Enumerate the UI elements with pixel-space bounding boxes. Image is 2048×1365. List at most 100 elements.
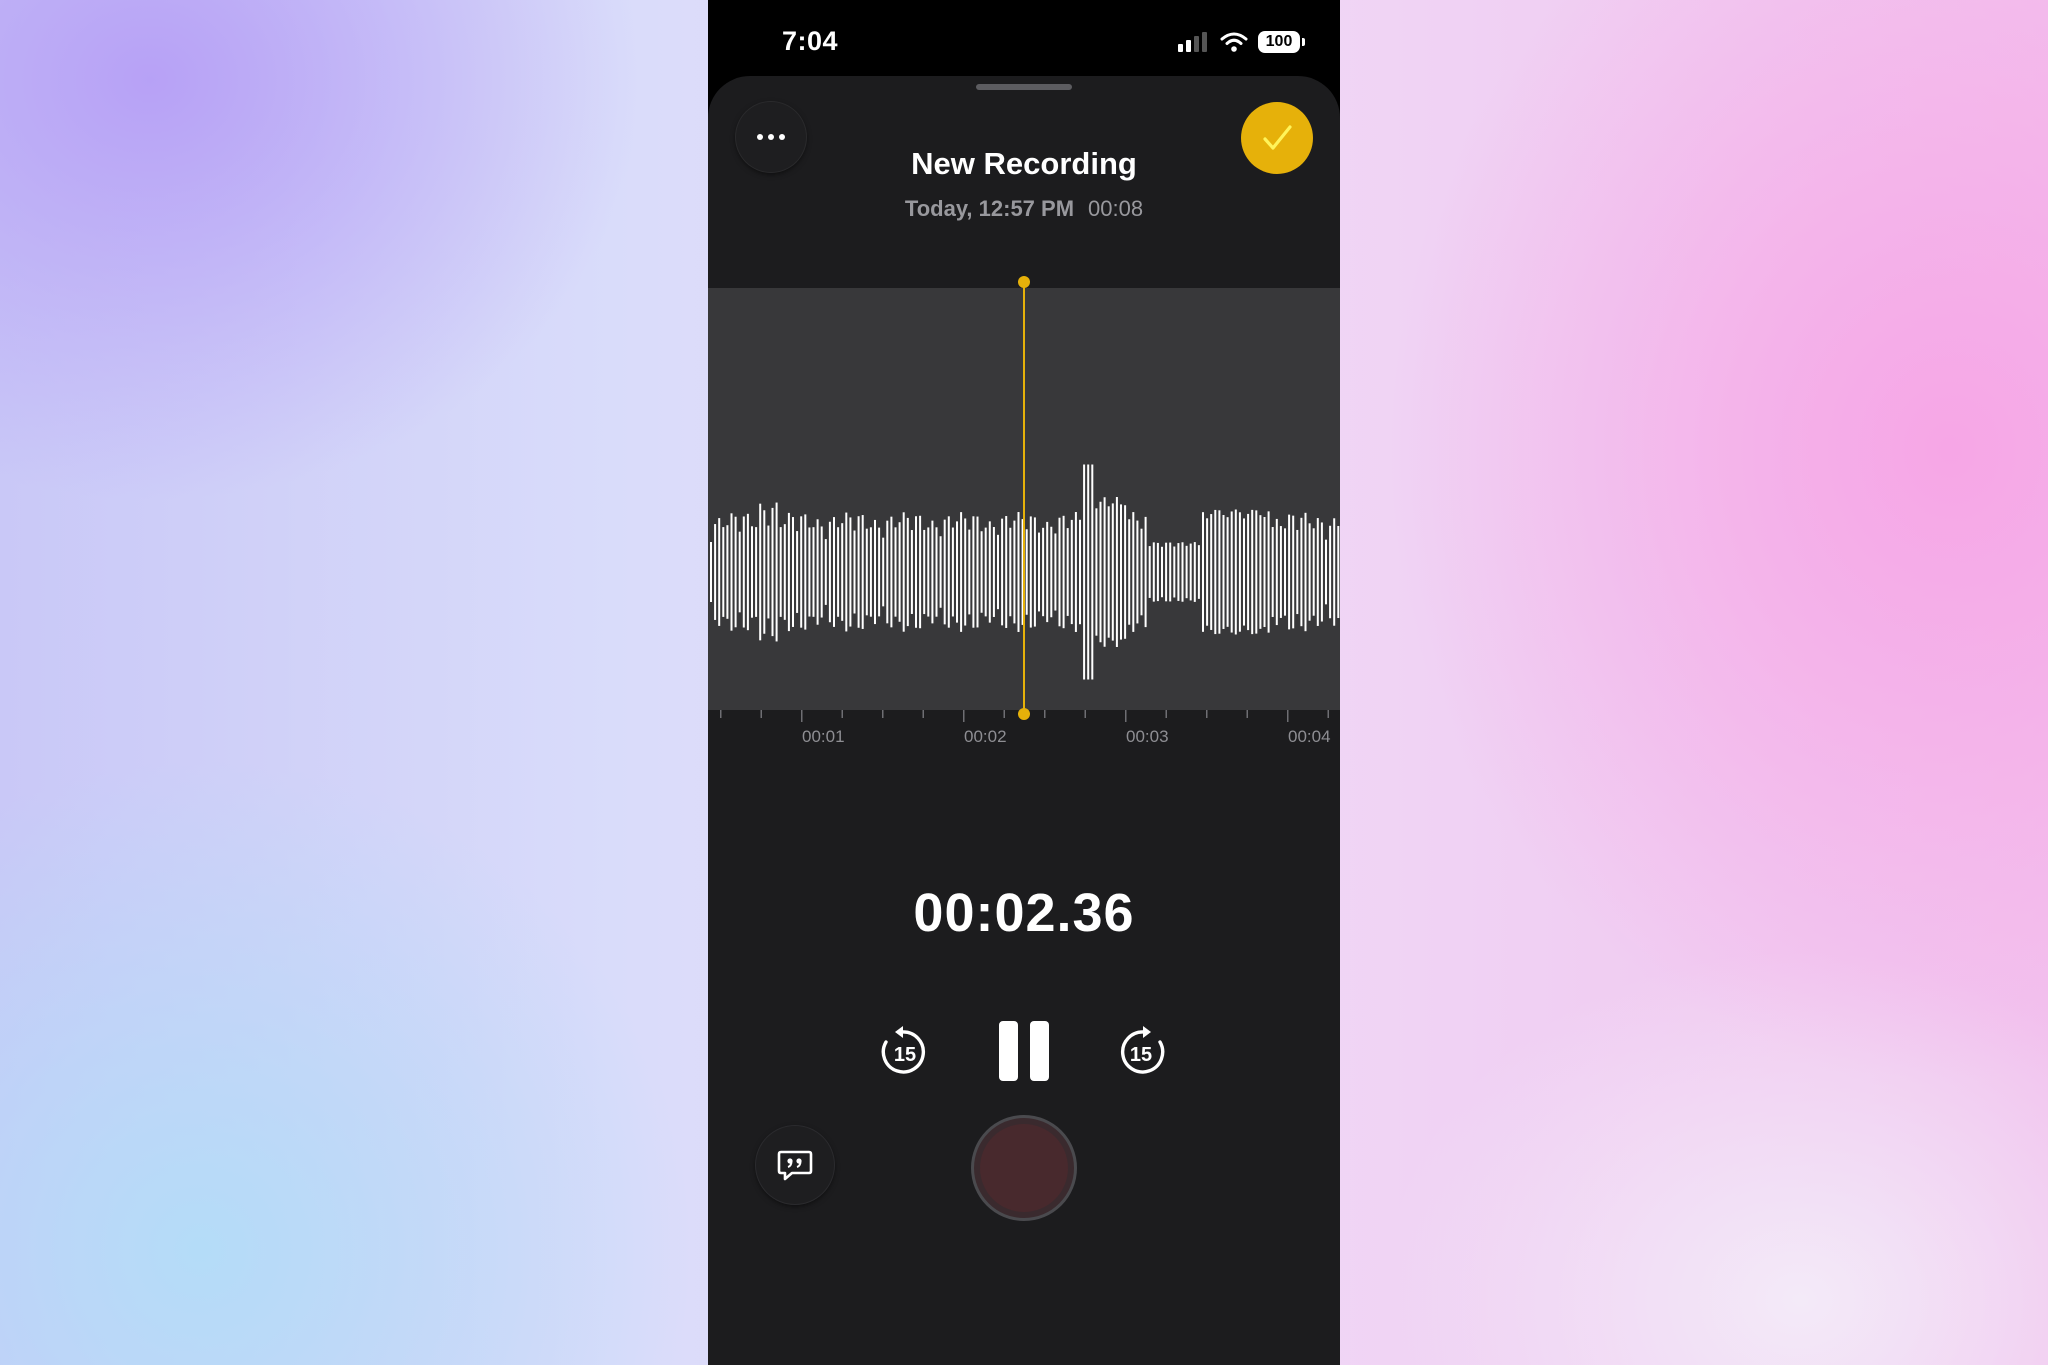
waveform-bar <box>746 513 749 631</box>
waveform-bar <box>1111 503 1114 641</box>
waveform-bar <box>1193 542 1196 602</box>
waveform-bar <box>1304 512 1307 632</box>
waveform-bar <box>1066 528 1069 616</box>
waveform-bar <box>1095 508 1098 636</box>
waveform-bar <box>722 527 725 617</box>
waveform-bar <box>1074 512 1077 632</box>
waveform-bar <box>1070 519 1073 625</box>
waveform-bar <box>812 527 815 617</box>
more-dot <box>768 134 774 140</box>
waveform-bar <box>882 537 885 607</box>
record-button[interactable] <box>974 1118 1074 1218</box>
waveform-bar <box>1062 515 1065 629</box>
timeline-tick <box>720 710 722 718</box>
waveform-bar <box>1275 518 1278 626</box>
waveform-bar <box>968 529 971 615</box>
waveform-bar <box>1222 515 1225 629</box>
waveform-bar <box>767 525 770 619</box>
waveform-bar <box>718 518 721 626</box>
waveform-bar <box>828 521 831 623</box>
waveform-bar <box>1267 511 1270 633</box>
timeline-tick <box>1003 710 1005 718</box>
waveform-bar <box>1107 506 1110 638</box>
waveform-bar <box>947 516 950 628</box>
waveform-bar <box>1169 542 1172 602</box>
waveform-bar <box>1156 542 1159 602</box>
waveform-bar <box>931 520 934 624</box>
waveform-bar <box>1115 497 1118 647</box>
waveform-bar <box>861 515 864 629</box>
waveform-bar <box>1218 510 1221 634</box>
sheet-grabber[interactable] <box>976 84 1072 90</box>
waveform-bar <box>1271 527 1274 617</box>
waveform-bar <box>976 516 979 628</box>
waveform-bar <box>1025 529 1028 615</box>
waveform-bar <box>865 528 868 616</box>
waveform-bar <box>956 521 958 623</box>
waveform-bar <box>1202 512 1204 632</box>
waveform-bar <box>1124 505 1127 639</box>
waveform-bar <box>915 516 917 628</box>
waveform-bar <box>1042 527 1045 617</box>
waveform-bar <box>972 516 975 628</box>
waveform-bar <box>984 527 987 617</box>
waveform-bar <box>742 516 745 628</box>
waveform-bar <box>988 521 991 623</box>
waveform-bar <box>1316 518 1319 626</box>
waveform-bar <box>779 527 782 617</box>
waveform-bar <box>943 519 946 625</box>
timeline-tick <box>1084 710 1086 718</box>
playhead-top-handle[interactable] <box>1018 276 1030 288</box>
waveform-bar <box>792 517 794 627</box>
pause-icon <box>999 1021 1018 1081</box>
waveform-bar <box>1054 533 1057 611</box>
waveform-bar <box>1329 525 1332 619</box>
status-bar: 7:04 100 <box>708 0 1340 78</box>
recording-title[interactable]: New Recording <box>708 146 1340 182</box>
record-icon <box>980 1124 1068 1212</box>
waveform-bar <box>1292 515 1295 629</box>
waveform-bar <box>1079 519 1081 625</box>
waveform-bar <box>820 526 823 618</box>
waveform-bar <box>1017 512 1020 632</box>
waveform-bar <box>951 527 954 617</box>
waveform-bar <box>824 539 827 605</box>
waveform-bar <box>1230 511 1233 633</box>
waveform-bar <box>726 525 729 619</box>
elapsed-time: 00:02.36 <box>913 883 1135 943</box>
waveform-bar <box>1099 501 1102 643</box>
waveform-bar <box>906 517 909 627</box>
recording-subtitle: Today, 12:57 PM 00:08 <box>708 196 1340 222</box>
timeline-tick <box>801 710 803 722</box>
waveform-bar <box>1173 546 1176 598</box>
pause-button[interactable] <box>998 1016 1050 1086</box>
waveform-bar <box>1337 525 1340 619</box>
timeline-label: 00:04 <box>1288 727 1331 746</box>
skip-forward-button[interactable]: 15 <box>1114 1024 1170 1080</box>
waveform-bar <box>1009 527 1012 617</box>
waveform-bar <box>1279 526 1282 618</box>
pause-icon-bar <box>1030 1021 1049 1081</box>
waveform-bar <box>751 526 753 618</box>
waveform-bar <box>833 517 835 627</box>
waveform-bar <box>874 519 876 625</box>
playhead[interactable] <box>1023 282 1025 714</box>
playhead-bottom-handle[interactable] <box>1018 708 1030 720</box>
timeline-tick <box>1125 710 1127 722</box>
waveform-bar <box>755 527 758 617</box>
transcript-button[interactable] <box>756 1126 834 1204</box>
waveform-bar <box>710 542 712 602</box>
waveform-bar <box>1103 497 1106 647</box>
waveform-bar <box>1288 514 1291 630</box>
skip-back-button[interactable]: 15 <box>876 1024 932 1080</box>
waveform-bar <box>992 527 995 617</box>
skip-forward-15-icon: 15 <box>1120 1026 1165 1074</box>
waveform-bar <box>964 518 967 626</box>
waveform-bar <box>1255 510 1258 634</box>
waveform-bar <box>1234 509 1237 635</box>
waveform-bar <box>1197 545 1200 599</box>
wifi-icon <box>1220 32 1248 52</box>
waveform-bar <box>878 527 881 617</box>
recording-date: Today, 12:57 PM <box>904 196 1075 221</box>
waveform-bar <box>997 534 999 610</box>
